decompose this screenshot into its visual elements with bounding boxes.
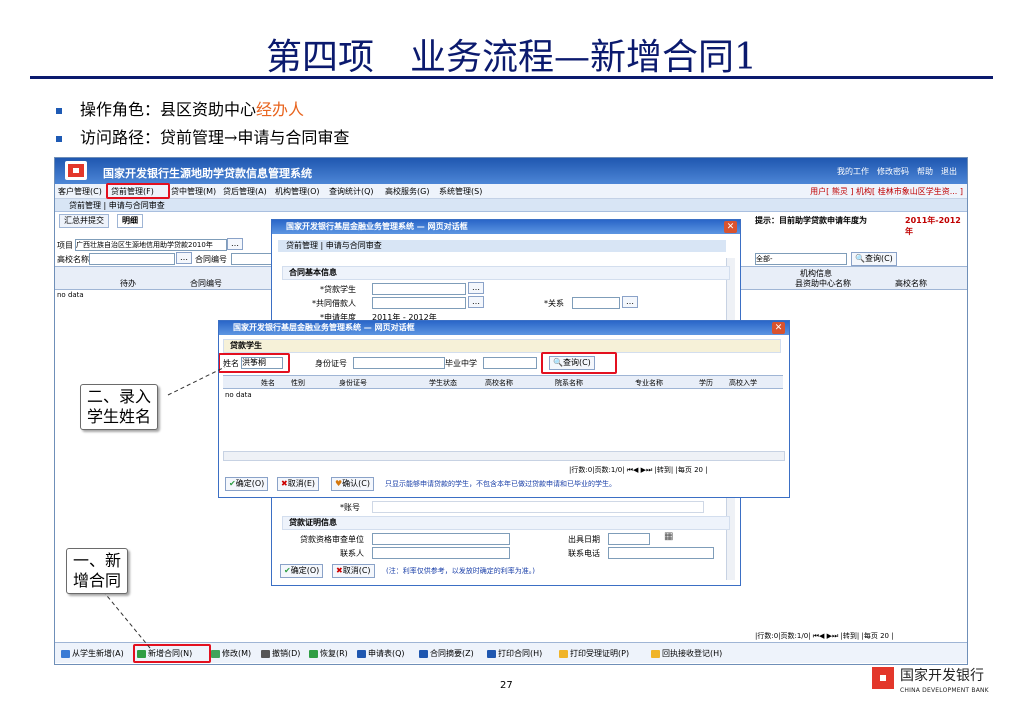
logo-en-text: CHINA DEVELOPMENT BANK — [900, 687, 989, 694]
pointer-line-step1 — [102, 590, 151, 649]
callout-step1: 一、新 增合同 — [66, 548, 129, 594]
callout-step2: 二、录入 学生姓名 — [80, 384, 159, 430]
pointer-line-step2 — [167, 366, 226, 396]
page-number: 27 — [500, 680, 513, 691]
cdb-footer-logo: 国家开发银行 CHINA DEVELOPMENT BANK — [872, 665, 1012, 705]
logo-cn-text: 国家开发银行 — [900, 668, 984, 684]
pointer-lines — [102, 366, 226, 649]
cdb-mark-icon — [872, 667, 894, 689]
